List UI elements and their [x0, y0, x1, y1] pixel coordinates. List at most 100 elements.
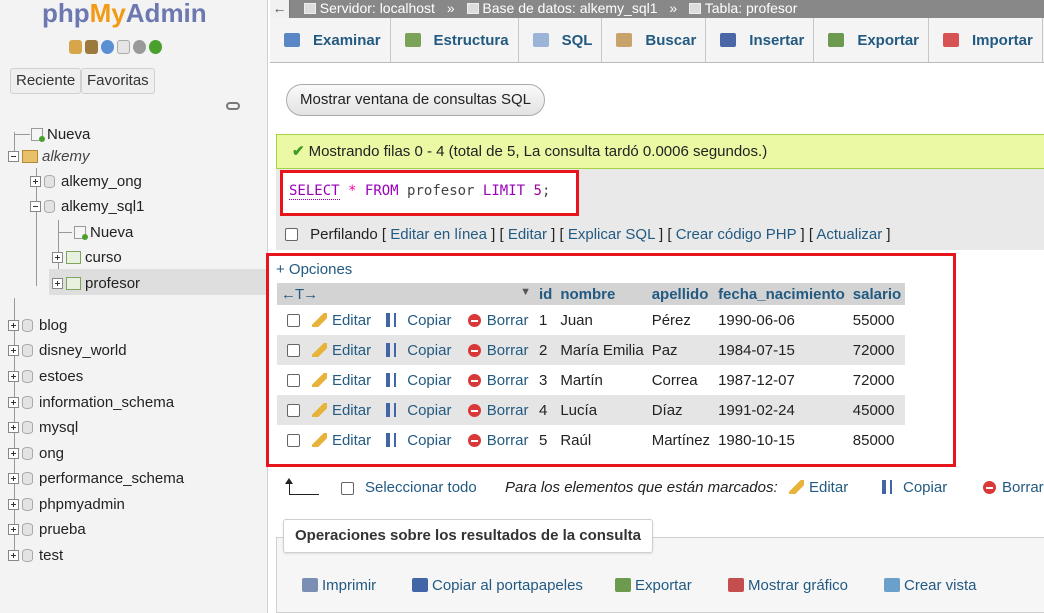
column-header-id[interactable]: id	[535, 283, 557, 305]
column-header-fecha_nacimiento[interactable]: fecha_nacimiento	[714, 283, 849, 305]
tab-buscar[interactable]: Buscar	[602, 18, 707, 62]
home-icon[interactable]	[69, 40, 82, 54]
bulk-delete-button[interactable]: Borrar	[983, 477, 1044, 499]
export-button[interactable]: Exportar	[615, 577, 692, 594]
row-checkbox[interactable]	[287, 403, 300, 417]
tab-importar[interactable]: Importar	[929, 18, 1043, 62]
row-delete-button[interactable]: Borrar	[467, 402, 528, 419]
tree-node-db-blog[interactable]: blog	[8, 314, 67, 336]
row-copy-button[interactable]: Copiar	[386, 402, 451, 419]
expand-icon[interactable]	[8, 523, 19, 535]
expand-icon[interactable]	[8, 421, 19, 433]
bulk-copy-button[interactable]: Copiar	[882, 477, 947, 499]
row-copy-button[interactable]: Copiar	[386, 312, 451, 329]
profiling-checkbox[interactable]	[285, 228, 298, 241]
show-chart-button[interactable]: Mostrar gráfico	[728, 577, 848, 594]
print-button[interactable]: Imprimir	[302, 577, 376, 594]
phpmyadmin-logo[interactable]: phpMyAdmin	[42, 0, 207, 29]
edit-inline-link[interactable]: Editar en línea	[390, 226, 487, 243]
row-copy-button[interactable]: Copiar	[386, 432, 451, 449]
tree-node-curso[interactable]: curso	[52, 246, 122, 268]
tree-node-db-estoes[interactable]: estoes	[8, 365, 83, 387]
create-php-code-link[interactable]: Crear código PHP	[676, 226, 797, 243]
tree-node-db-prueba[interactable]: prueba	[8, 518, 86, 540]
back-arrow-icon[interactable]: ←	[270, 0, 290, 18]
help-icon[interactable]	[101, 40, 114, 54]
breadcrumb-table[interactable]: Tabla: profesor	[705, 0, 798, 16]
row-copy-button[interactable]: Copiar	[386, 372, 451, 389]
expand-icon[interactable]	[8, 472, 19, 484]
row-checkbox[interactable]	[287, 343, 300, 357]
collapse-icon[interactable]	[8, 150, 19, 162]
favorites-button[interactable]: Favoritas	[81, 68, 155, 94]
row-edit-button[interactable]: Editar	[311, 312, 371, 329]
expand-icon[interactable]	[8, 370, 19, 382]
tab-estructura[interactable]: Estructura	[391, 18, 519, 62]
breadcrumb-database[interactable]: Base de datos: alkemy_sql1	[482, 0, 657, 16]
explain-sql-link[interactable]: Explicar SQL	[568, 226, 655, 243]
row-delete-button[interactable]: Borrar	[467, 432, 528, 449]
tree-node-db-phpmyadmin[interactable]: phpmyadmin	[8, 493, 125, 515]
row-edit-button[interactable]: Editar	[311, 432, 371, 449]
tree-node-alkemy-ong[interactable]: alkemy_ong	[30, 170, 142, 192]
expand-icon[interactable]	[8, 498, 19, 510]
row-checkbox[interactable]	[287, 373, 300, 387]
tree-node-db-disney_world[interactable]: disney_world	[8, 339, 127, 361]
row-delete-button[interactable]: Borrar	[467, 312, 528, 329]
expand-icon[interactable]	[8, 447, 19, 459]
column-header-apellido[interactable]: apellido	[647, 283, 715, 305]
options-link[interactable]: + Opciones	[276, 261, 352, 278]
bulk-edit-button[interactable]: Editar	[789, 477, 848, 499]
breadcrumb-server[interactable]: Servidor: localhost	[320, 0, 435, 16]
column-header-salario[interactable]: salario	[848, 283, 906, 305]
edit-link[interactable]: Editar	[508, 226, 547, 243]
collapse-icon[interactable]	[30, 200, 41, 212]
expand-icon[interactable]	[30, 175, 41, 187]
tree-node-new-database[interactable]: Nueva	[31, 123, 90, 145]
copy-to-clipboard-button[interactable]: Copiar al portapapeles	[412, 577, 583, 594]
row-edit-button[interactable]: Editar	[311, 402, 371, 419]
row-edit-button[interactable]: Editar	[311, 372, 371, 389]
expand-icon[interactable]	[8, 319, 19, 331]
show-sql-window-button[interactable]: Mostrar ventana de consultas SQL	[286, 84, 545, 116]
row-delete-button[interactable]: Borrar	[467, 372, 528, 389]
row-copy-button[interactable]: Copiar	[386, 342, 451, 359]
tree-node-profesor[interactable]: profesor	[52, 272, 140, 294]
sql-keyword-select[interactable]: SELECT	[289, 183, 340, 200]
tree-node-new-table[interactable]: Nueva	[74, 221, 133, 243]
tree-node-alkemy-sql1[interactable]: alkemy_sql1	[30, 195, 144, 217]
row-delete-button[interactable]: Borrar	[467, 342, 528, 359]
tab-insertar[interactable]: Insertar	[706, 18, 815, 62]
select-all-link[interactable]: Seleccionar todo	[365, 477, 477, 499]
expand-icon[interactable]	[8, 396, 19, 408]
row-checkbox[interactable]	[287, 433, 300, 447]
dropdown-arrow-icon[interactable]: ▼	[520, 286, 531, 298]
row-checkbox[interactable]	[287, 313, 300, 327]
settings-icon[interactable]	[133, 40, 146, 54]
cell-nombre: Lucía	[556, 395, 648, 425]
column-header-nombre[interactable]: nombre	[556, 283, 648, 305]
tree-node-group-alkemy[interactable]: alkemy	[8, 145, 90, 167]
reload-icon[interactable]	[149, 40, 162, 54]
recent-button[interactable]: Reciente	[10, 68, 82, 94]
column-resize-arrows-icon[interactable]: ←T→	[281, 286, 318, 303]
docs-icon[interactable]	[117, 40, 130, 54]
refresh-link[interactable]: Actualizar	[816, 226, 882, 243]
tab-examinar[interactable]: Examinar	[270, 18, 391, 62]
tree-node-db-information_schema[interactable]: information_schema	[8, 391, 174, 413]
create-view-button[interactable]: Crear vista	[884, 577, 977, 594]
tree-node-db-performance_schema[interactable]: performance_schema	[8, 467, 184, 489]
tree-node-db-mysql[interactable]: mysql	[8, 416, 78, 438]
select-all-checkbox[interactable]	[341, 482, 354, 495]
expand-icon[interactable]	[52, 277, 63, 289]
expand-icon[interactable]	[8, 344, 19, 356]
exit-icon[interactable]	[85, 40, 98, 54]
expand-icon[interactable]	[8, 549, 19, 561]
row-edit-button[interactable]: Editar	[311, 342, 371, 359]
expand-icon[interactable]	[52, 251, 63, 263]
link-panels-icon[interactable]	[226, 102, 240, 110]
tab-sql[interactable]: SQL	[519, 18, 603, 62]
tree-node-db-ong[interactable]: ong	[8, 442, 64, 464]
tab-exportar[interactable]: Exportar	[814, 18, 929, 62]
tree-node-db-test[interactable]: test	[8, 544, 63, 566]
